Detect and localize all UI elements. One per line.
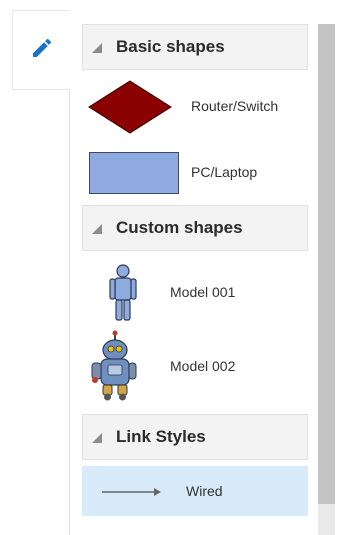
diamond-shape-icon bbox=[88, 80, 172, 139]
section-title: Basic shapes bbox=[116, 37, 225, 56]
tab-strip-divider bbox=[69, 90, 70, 535]
pencil-icon bbox=[30, 36, 54, 65]
palette-item-model-001[interactable]: Model 001 bbox=[82, 262, 308, 322]
palette-item-pc-laptop[interactable]: PC/Laptop bbox=[82, 152, 308, 194]
item-label: Model 001 bbox=[170, 284, 236, 300]
rectangle-shape-icon bbox=[89, 152, 179, 199]
section-title: Custom shapes bbox=[116, 218, 243, 237]
section-title: Link Styles bbox=[116, 427, 206, 446]
tab-edit[interactable] bbox=[12, 10, 70, 90]
robot-icon bbox=[88, 330, 138, 407]
section-header-custom-shapes[interactable]: Custom shapes bbox=[82, 205, 308, 251]
section-header-link-styles[interactable]: Link Styles bbox=[82, 414, 308, 460]
palette-item-router-switch[interactable]: Router/Switch bbox=[82, 80, 308, 134]
palette-item-wired[interactable]: Wired bbox=[82, 466, 308, 516]
collapse-triangle-icon bbox=[92, 224, 102, 234]
palette-item-model-002[interactable]: Model 002 bbox=[82, 330, 308, 402]
item-label: Router/Switch bbox=[191, 98, 279, 114]
section-header-basic-shapes[interactable]: Basic shapes bbox=[82, 24, 308, 70]
shape-palette: Basic shapes Router/Switch PC/Laptop Cus… bbox=[82, 24, 309, 535]
item-label: Model 002 bbox=[170, 358, 236, 374]
collapse-triangle-icon bbox=[92, 43, 102, 53]
item-label: Wired bbox=[186, 483, 223, 499]
tab-strip bbox=[0, 0, 70, 535]
arrow-line-icon bbox=[102, 485, 162, 503]
item-label: PC/Laptop bbox=[191, 164, 258, 180]
person-figure-icon bbox=[108, 264, 138, 327]
scrollbar-thumb[interactable] bbox=[318, 24, 335, 504]
collapse-triangle-icon bbox=[92, 433, 102, 443]
